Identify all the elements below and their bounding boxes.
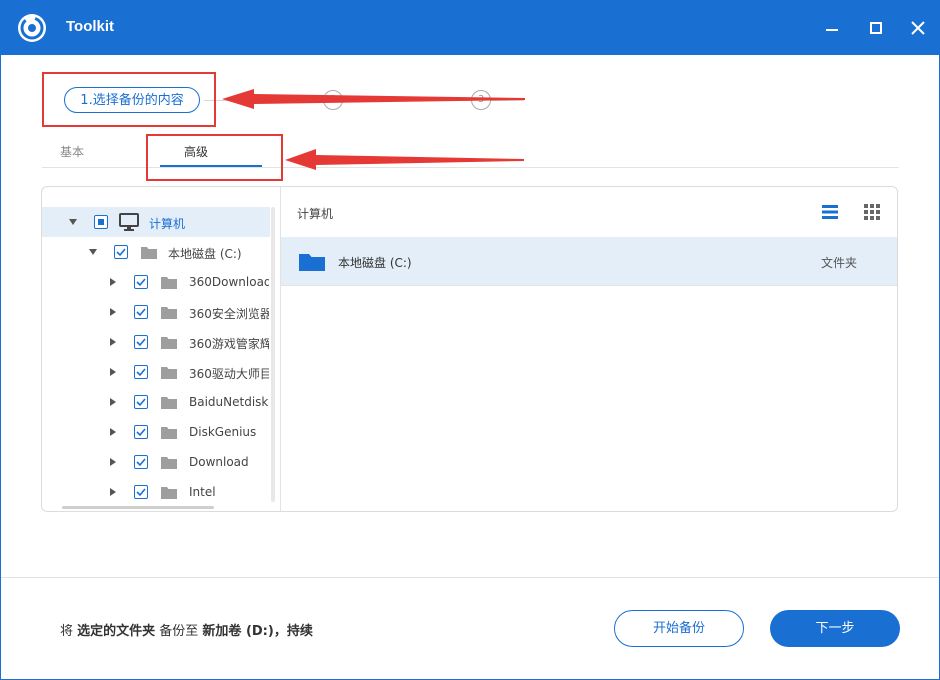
tree-label-folder: 360游戏管家辉 <box>189 337 269 351</box>
summary-prefix: 将 <box>60 624 78 639</box>
expand-arrow-icon[interactable] <box>110 278 116 286</box>
tree-item-folder[interactable]: DiskGenius <box>42 417 270 447</box>
tree-label-folder: 360Downloads <box>189 275 269 289</box>
checkbox-checked[interactable] <box>134 275 148 289</box>
tree-item-computer[interactable]: 计算机 <box>42 207 270 237</box>
app-logo-icon <box>18 14 46 42</box>
folder-icon <box>141 247 157 259</box>
collapse-arrow-icon[interactable] <box>89 249 97 255</box>
backup-content-panel: 计算机 本地磁盘 (C:) 360Downloads 360安全浏览器 360游… <box>41 186 898 512</box>
list-header: 计算机 <box>281 187 897 238</box>
folder-icon <box>299 254 325 271</box>
close-icon[interactable] <box>906 16 930 40</box>
tree-label-folder: Download <box>189 455 249 469</box>
expand-arrow-icon[interactable] <box>110 488 116 496</box>
summary-suffix: ，持续 <box>273 624 313 639</box>
tree-horizontal-scrollbar[interactable] <box>62 506 214 509</box>
checkbox-checked[interactable] <box>134 485 148 499</box>
list-item-type: 文件夹 <box>821 256 858 270</box>
folder-icon <box>161 367 177 379</box>
list-item-name: 本地磁盘 (C:) <box>338 256 412 270</box>
tree-item-folder[interactable]: Intel <box>42 477 270 507</box>
expand-arrow-icon[interactable] <box>110 368 116 376</box>
folder-icon <box>161 277 177 289</box>
expand-arrow-icon[interactable] <box>110 338 116 346</box>
folder-icon <box>161 487 177 499</box>
checkbox-checked[interactable] <box>134 455 148 469</box>
breadcrumb[interactable]: 计算机 <box>297 205 333 222</box>
folder-icon <box>161 427 177 439</box>
grid-view-icon[interactable] <box>864 204 880 220</box>
tree-vertical-scrollbar[interactable] <box>271 207 275 502</box>
checkbox-checked[interactable] <box>134 305 148 319</box>
tree-label-computer: 计算机 <box>149 217 186 231</box>
tree-label-folder: 360驱动大师目 <box>189 367 269 381</box>
tree-label-folder: DiskGenius <box>189 425 257 439</box>
folder-icon <box>161 397 177 409</box>
tree-item-folder[interactable]: 360安全浏览器 <box>42 297 270 327</box>
folder-tree: 计算机 本地磁盘 (C:) 360Downloads 360安全浏览器 360游… <box>42 187 281 511</box>
expand-arrow-icon[interactable] <box>110 458 116 466</box>
list-item[interactable]: 本地磁盘 (C:) 文件夹 <box>281 237 897 286</box>
folder-icon <box>161 457 177 469</box>
checkbox-checked[interactable] <box>114 245 128 259</box>
tree-item-folder[interactable]: 360Downloads <box>42 267 270 297</box>
title-bar: Toolkit <box>0 0 940 55</box>
tab-basic[interactable]: 基本 <box>60 143 84 160</box>
tree-label-folder: 360安全浏览器 <box>189 307 269 321</box>
collapse-arrow-icon[interactable] <box>69 219 77 225</box>
tree-label-folder: Intel <box>189 485 216 499</box>
next-button[interactable]: 下一步 <box>770 610 900 647</box>
expand-arrow-icon[interactable] <box>110 398 116 406</box>
computer-icon <box>119 213 139 231</box>
maximize-icon[interactable] <box>864 16 888 40</box>
backup-summary: 将 选定的文件夹 备份至 新加卷 (D:)，持续 <box>60 620 313 639</box>
folder-icon <box>161 337 177 349</box>
minimize-icon[interactable] <box>820 16 844 40</box>
checkbox-checked[interactable] <box>134 365 148 379</box>
tree-item-folder[interactable]: 360驱动大师目 <box>42 357 270 387</box>
expand-arrow-icon[interactable] <box>110 428 116 436</box>
tree-item-folder[interactable]: BaiduNetdiskDo <box>42 387 270 417</box>
annotation-arrow-icon <box>285 149 524 170</box>
summary-destination: 新加卷 (D:) <box>202 624 274 639</box>
summary-source: 选定的文件夹 <box>77 624 156 639</box>
tree-label-folder: BaiduNetdiskDo <box>189 395 269 409</box>
list-view-icon[interactable] <box>822 204 838 220</box>
tree-item-drive[interactable]: 本地磁盘 (C:) <box>42 237 270 267</box>
summary-mid: 备份至 <box>155 624 203 639</box>
checkbox-checked[interactable] <box>134 395 148 409</box>
checkbox-checked[interactable] <box>134 425 148 439</box>
folder-icon <box>161 307 177 319</box>
tree-label-drive: 本地磁盘 (C:) <box>168 247 242 261</box>
window-title: Toolkit <box>66 18 115 35</box>
annotation-highlight-box <box>42 72 216 127</box>
tree-item-folder[interactable]: 360游戏管家辉 <box>42 327 270 357</box>
expand-arrow-icon[interactable] <box>110 308 116 316</box>
annotation-arrow-icon <box>222 89 525 109</box>
checkbox-partial[interactable] <box>94 215 108 229</box>
annotation-highlight-box <box>146 134 283 181</box>
footer-divider <box>1 577 939 578</box>
start-backup-button[interactable]: 开始备份 <box>614 610 744 647</box>
tree-item-folder[interactable]: Download <box>42 447 270 477</box>
checkbox-checked[interactable] <box>134 335 148 349</box>
